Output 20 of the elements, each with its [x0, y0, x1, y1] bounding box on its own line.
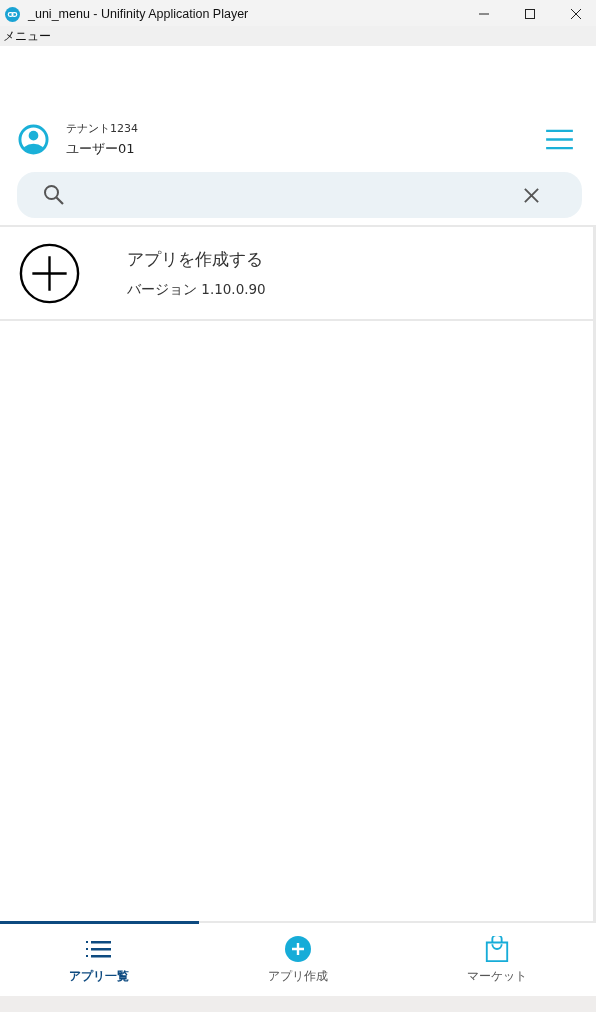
search-icon — [43, 184, 65, 206]
plus-circle-icon — [19, 242, 80, 304]
clear-icon[interactable] — [523, 186, 540, 204]
app-list-item[interactable]: アプリを作成する バージョン 1.10.0.90 — [0, 227, 593, 321]
maximize-icon[interactable] — [524, 8, 536, 20]
user-name: ユーザー01 — [66, 139, 136, 158]
app-logo-icon — [5, 6, 20, 22]
user-avatar-icon — [18, 123, 49, 155]
window-title: _uni_menu - Unifinity Application Player — [28, 7, 249, 21]
shopping-bag-icon — [483, 935, 510, 962]
tab[interactable]: マーケット — [397, 921, 596, 996]
close-icon[interactable] — [570, 8, 582, 20]
plus-circle-icon — [285, 935, 311, 962]
tenant-name: テナント1234 — [66, 120, 138, 136]
app-title: アプリを作成する — [127, 247, 264, 271]
tab[interactable]: アプリ作成 — [198, 921, 398, 996]
menu-item[interactable]: メニュー — [0, 27, 51, 45]
menu-icon[interactable] — [545, 128, 574, 150]
app-version: バージョン 1.10.0.90 — [127, 280, 266, 299]
search-field[interactable] — [17, 172, 582, 218]
